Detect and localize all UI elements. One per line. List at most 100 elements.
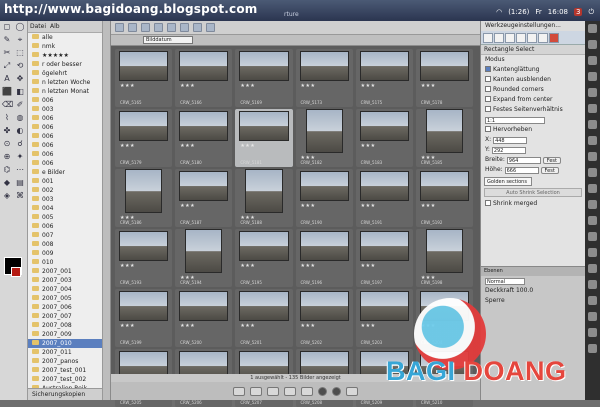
folder-item[interactable]: alle	[28, 33, 102, 42]
background-color-swatch[interactable]	[11, 267, 21, 277]
view-button[interactable]	[233, 386, 245, 396]
dock-icon[interactable]	[588, 328, 597, 337]
folder-item[interactable]: 006	[28, 141, 102, 150]
thumbnail[interactable]: ★★★ CRW_5188	[235, 169, 293, 227]
thumbnail[interactable]: ★★★ CRW_5190	[295, 169, 353, 227]
tool-icon[interactable]: ☌	[15, 139, 25, 149]
thumbnail[interactable]: ★★★ CRW_5194	[175, 229, 233, 287]
tool-icon[interactable]: ✤	[2, 126, 12, 136]
thumbnail-image[interactable]	[119, 51, 169, 81]
folder-item[interactable]: 006	[28, 132, 102, 141]
rating-stars[interactable]: ★★★	[180, 323, 195, 329]
thumbnail[interactable]: ★★★ CRW_5196	[295, 229, 353, 287]
tool-icon[interactable]: ◍	[15, 113, 25, 123]
folder-item[interactable]: 004	[28, 204, 102, 213]
rating-stars[interactable]: ★★★	[301, 263, 316, 269]
thumbnail[interactable]: ★★★ CRW_5198	[415, 229, 473, 287]
guides-dropdown[interactable]: Golden sections	[484, 177, 532, 186]
dock-icon[interactable]	[588, 72, 597, 81]
rating-stars[interactable]: ★★★	[361, 143, 376, 149]
thumbnail-image[interactable]	[179, 291, 229, 321]
rating-stars[interactable]: ★★★	[240, 323, 255, 329]
dock-icon[interactable]	[588, 232, 597, 241]
thumbnail-image[interactable]	[239, 231, 289, 261]
folder-item[interactable]: n letzten Woche	[28, 78, 102, 87]
rating-stars[interactable]: ★★★	[120, 323, 135, 329]
tool-icon[interactable]: ⌇	[2, 113, 12, 123]
feather-option[interactable]: Kanten ausblenden	[481, 75, 585, 85]
folder-item[interactable]: ★★★★★	[28, 51, 102, 60]
notification-badge[interactable]: 3	[573, 8, 583, 16]
dock-icon[interactable]	[588, 280, 597, 289]
rating-stars[interactable]: ★★★	[421, 83, 436, 89]
thumbnail[interactable]: ★★★ CRW_5166	[175, 49, 233, 107]
folder-item[interactable]: 010	[28, 258, 102, 267]
folder-item[interactable]: 2007_test_001	[28, 366, 102, 375]
thumbnail[interactable]: ★★★ CRW_5191	[355, 169, 413, 227]
backup-folder[interactable]: Sicherungskopien	[28, 388, 102, 400]
tool-icon[interactable]: ▤	[15, 178, 25, 188]
rating-stars[interactable]: ★★★	[361, 203, 376, 209]
rating-stars[interactable]: ★★★	[180, 203, 195, 209]
thumbnail[interactable]: ★★★ CRW_5193	[115, 229, 173, 287]
folder-item[interactable]: ögelehrt	[28, 69, 102, 78]
rating-stars[interactable]: ★★★	[361, 323, 376, 329]
folder-item[interactable]: nmk	[28, 42, 102, 51]
width-input[interactable]: 964	[506, 157, 541, 164]
dock-icon[interactable]	[588, 264, 597, 273]
dock-icon[interactable]	[588, 248, 597, 257]
tool-icon[interactable]: ◯	[15, 22, 25, 32]
thumbnail-image[interactable]	[125, 169, 163, 213]
thumbnail-image[interactable]	[425, 229, 463, 273]
tool-icon[interactable]: ◻	[2, 22, 12, 32]
folder-item[interactable]: 2007_001	[28, 267, 102, 276]
view-button[interactable]	[250, 386, 262, 396]
toolbar-button[interactable]	[115, 23, 124, 32]
thumbnail-image[interactable]	[179, 111, 229, 141]
tool-icon[interactable]: ✐	[15, 100, 25, 110]
toolbar-button[interactable]	[206, 23, 215, 32]
folder-item[interactable]: 2007_005	[28, 294, 102, 303]
rotate-right-button[interactable]	[332, 386, 341, 396]
dock-icon[interactable]	[588, 120, 597, 129]
folder-item[interactable]: 2007_011	[28, 348, 102, 357]
fixed-option[interactable]: Festes Seitenverhältnis	[481, 105, 585, 115]
checkbox[interactable]	[485, 106, 491, 112]
thumbnail-image[interactable]	[419, 51, 469, 81]
tool-icon[interactable]: ⌬	[2, 165, 12, 175]
rotate-left-button[interactable]	[318, 386, 327, 396]
tool-icon[interactable]: ⊙	[2, 139, 12, 149]
thumbnail-image[interactable]	[119, 111, 169, 141]
height-input[interactable]: 666	[504, 167, 539, 174]
rating-stars[interactable]: ★★★	[361, 263, 376, 269]
dock-icon[interactable]	[588, 344, 597, 353]
thumbnail-image[interactable]	[359, 231, 409, 261]
thumbnail[interactable]: ★★★ CRW_5179	[115, 109, 173, 167]
rating-stars[interactable]: ★★★	[120, 83, 135, 89]
toolbar-button[interactable]	[180, 23, 189, 32]
tab-file[interactable]: Datei	[30, 23, 46, 30]
tool-icon[interactable]: ✎	[2, 35, 12, 45]
view-button[interactable]	[267, 386, 279, 396]
tool-icon[interactable]: ✂	[2, 48, 12, 58]
folder-item[interactable]: 2007_010	[28, 339, 102, 348]
thumbnail[interactable]: ★★★ CRW_5187	[175, 169, 233, 227]
warning-icon[interactable]	[549, 33, 559, 43]
tool-icon[interactable]: ⌘	[15, 191, 25, 201]
thumbnail[interactable]: ★★★ CRW_5178	[415, 49, 473, 107]
dock-icon[interactable]	[588, 296, 597, 305]
view-button[interactable]	[301, 386, 313, 396]
thumbnail-image[interactable]	[119, 291, 169, 321]
folder-item[interactable]: 006	[28, 123, 102, 132]
keyboard-layout[interactable]: Fr	[535, 8, 541, 16]
thumbnail[interactable]: ★★★ CRW_5180	[175, 109, 233, 167]
tool-icon[interactable]: ⌖	[15, 35, 25, 45]
folder-item[interactable]: 006	[28, 96, 102, 105]
tool-icon[interactable]	[516, 33, 526, 43]
rating-stars[interactable]: ★★★	[180, 83, 195, 89]
thumbnail-image[interactable]	[359, 171, 409, 201]
tool-icon[interactable]: ⤢	[2, 61, 12, 71]
opacity-value[interactable]: 100.0	[516, 287, 533, 294]
folder-item[interactable]: 006	[28, 159, 102, 168]
thumbnail-image[interactable]	[299, 171, 349, 201]
